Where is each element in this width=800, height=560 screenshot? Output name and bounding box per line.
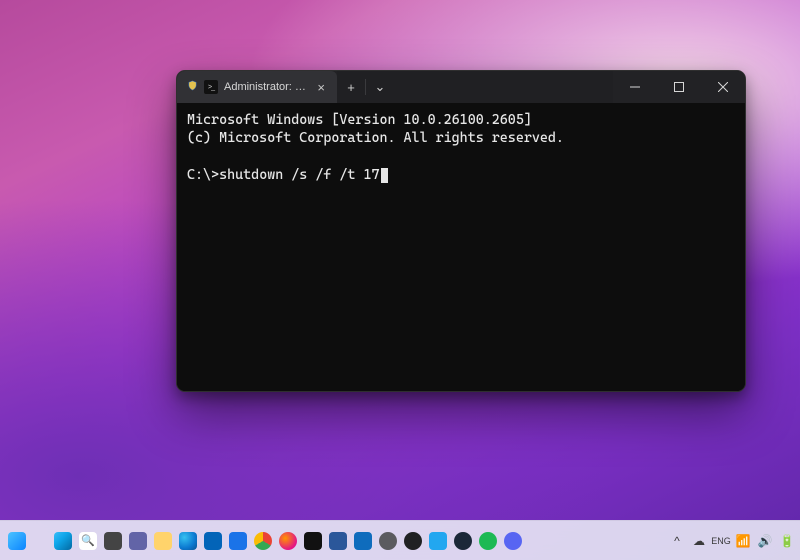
taskbar-item-task-view[interactable]	[102, 530, 124, 552]
taskbar-item-discord[interactable]	[502, 530, 524, 552]
taskbar-item-word[interactable]	[327, 530, 349, 552]
tray-language[interactable]: ENG	[714, 534, 728, 548]
gear-icon	[379, 532, 397, 550]
taskbar: 🔍 ^ ☁ ENG 📶 🔊 🔋	[0, 520, 800, 560]
terminal-body[interactable]: Microsoft Windows [Version 10.0.26100.26…	[177, 103, 745, 391]
admin-shield-icon	[187, 80, 198, 94]
tab-title: Administrator: Command Pro	[224, 81, 307, 93]
taskbar-item-chat[interactable]	[127, 530, 149, 552]
taskbar-item-firefox[interactable]	[277, 530, 299, 552]
new-tab-button[interactable]: +	[337, 71, 365, 103]
taskbar-item-edge[interactable]	[177, 530, 199, 552]
folder-icon	[154, 532, 172, 550]
terminal-icon	[204, 80, 218, 94]
taskbar-item-chrome[interactable]	[252, 530, 274, 552]
taskbar-item-vscode[interactable]	[427, 530, 449, 552]
caption-buttons	[613, 71, 745, 103]
taskbar-item-file-explorer[interactable]	[152, 530, 174, 552]
vscode-icon	[429, 532, 447, 550]
taskbar-center: 🔍	[52, 521, 524, 560]
chrome-icon	[254, 532, 272, 550]
terminal-window: Administrator: Command Pro × + ⌄	[176, 70, 746, 392]
taskbar-item-spotify[interactable]	[477, 530, 499, 552]
discord-icon	[504, 532, 522, 550]
firefox-icon	[279, 532, 297, 550]
volume-icon[interactable]: 🔊	[758, 534, 772, 548]
taskbar-item-outlook[interactable]	[202, 530, 224, 552]
outlook-icon	[204, 532, 222, 550]
chat-icon	[129, 532, 147, 550]
widgets-icon	[8, 532, 26, 550]
taskbar-item-chatgpt[interactable]	[402, 530, 424, 552]
edge-icon	[179, 532, 197, 550]
search-icon: 🔍	[79, 532, 97, 550]
tab-active[interactable]: Administrator: Command Pro ×	[177, 71, 337, 103]
mail-icon	[354, 532, 372, 550]
terminal-taskbar-icon	[304, 532, 322, 550]
taskbar-item-settings[interactable]	[377, 530, 399, 552]
chatgpt-icon	[404, 532, 422, 550]
taskbar-item-start[interactable]	[52, 530, 74, 552]
titlebar[interactable]: Administrator: Command Pro × + ⌄	[177, 71, 745, 103]
terminal-cursor	[381, 168, 388, 183]
minimize-button[interactable]	[613, 71, 657, 103]
terminal-line: Microsoft Windows [Version 10.0.26100.26…	[187, 112, 532, 128]
network-icon[interactable]: 📶	[736, 534, 750, 548]
start-icon	[54, 532, 72, 550]
taskbar-item-terminal[interactable]	[302, 530, 324, 552]
tabstrip: + ⌄	[337, 71, 613, 103]
word-icon	[329, 532, 347, 550]
tab-dropdown-button[interactable]: ⌄	[366, 71, 394, 103]
tab-close-button[interactable]: ×	[313, 79, 329, 96]
close-button[interactable]	[701, 71, 745, 103]
maximize-button[interactable]	[657, 71, 701, 103]
system-tray: ^ ☁ ENG 📶 🔊 🔋	[670, 521, 794, 560]
onedrive-icon[interactable]: ☁	[692, 534, 706, 548]
taskbar-item-mail[interactable]	[352, 530, 374, 552]
task-view-icon	[104, 532, 122, 550]
terminal-command: shutdown /s /f /t 17	[219, 167, 379, 183]
tray-chevron-up-icon[interactable]: ^	[670, 534, 684, 548]
taskbar-item-search[interactable]: 🔍	[77, 530, 99, 552]
terminal-line: (c) Microsoft Corporation. All rights re…	[187, 130, 564, 146]
battery-icon[interactable]: 🔋	[780, 534, 794, 548]
store-icon	[229, 532, 247, 550]
terminal-prompt: C:\>	[187, 167, 219, 183]
widgets-button[interactable]	[6, 521, 28, 560]
spotify-icon	[479, 532, 497, 550]
steam-icon	[454, 532, 472, 550]
taskbar-item-steam[interactable]	[452, 530, 474, 552]
taskbar-item-store[interactable]	[227, 530, 249, 552]
desktop-wallpaper: Administrator: Command Pro × + ⌄	[0, 0, 800, 560]
